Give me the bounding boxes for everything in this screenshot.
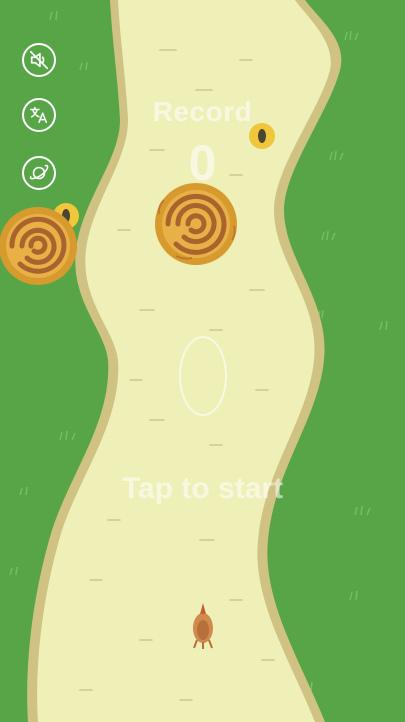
- tap-to-start-prompt[interactable]: Tap to start: [0, 472, 405, 506]
- sound-toggle-button[interactable]: [22, 43, 56, 77]
- tap-hint-oval: [179, 336, 227, 416]
- record-score: 0: [188, 135, 217, 191]
- hay-bale-obstacle: [0, 207, 77, 285]
- record-label: Record: [152, 96, 253, 127]
- speaker-muted-icon: [29, 50, 49, 70]
- hay-bale-obstacle: [155, 183, 237, 265]
